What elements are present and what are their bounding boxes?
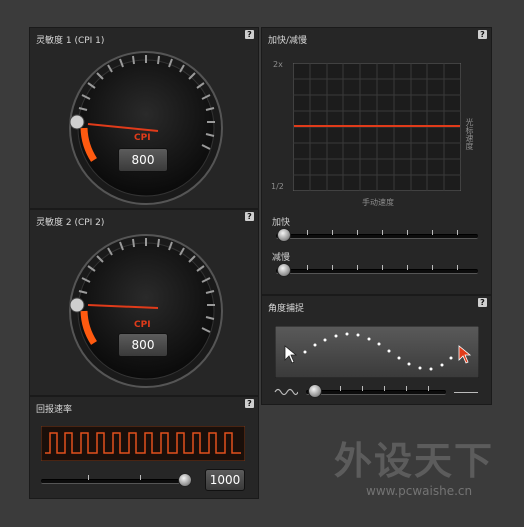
- slider-tick: [382, 265, 383, 270]
- polling-rate-value[interactable]: 1000: [205, 469, 245, 491]
- accel-title: 加快/减慢: [268, 36, 308, 46]
- accel-y-axis-label: 光标速度: [465, 118, 474, 150]
- sensitivity-2-panel: 灵敏度 2 (CPI 2) ? CPI 800: [29, 209, 259, 396]
- slider-tick: [406, 386, 407, 391]
- slider-tick: [384, 386, 385, 391]
- help-icon[interactable]: ?: [478, 298, 487, 307]
- slider-tick: [428, 386, 429, 391]
- angle-snap-title: 角度捕捉: [268, 304, 305, 314]
- angle-snap-preview: [275, 326, 479, 378]
- slider-tick: [362, 386, 363, 391]
- slider-tick: [332, 265, 333, 270]
- accel-y-top-label: 2x: [273, 60, 283, 69]
- polling-rate-slider[interactable]: [41, 479, 191, 484]
- decelerate-label: 减慢: [272, 253, 291, 263]
- slider-tick: [357, 230, 358, 235]
- sensitivity-2-dial[interactable]: [30, 210, 260, 397]
- polling-waveform: [41, 426, 245, 461]
- polling-rate-panel: 回报速率 ? 1000: [29, 396, 259, 499]
- wave-icon: [274, 388, 298, 396]
- slider-tick: [407, 230, 408, 235]
- slider-tick: [432, 230, 433, 235]
- cpi-label: CPI: [134, 133, 151, 143]
- slider-tick: [340, 386, 341, 391]
- accel-x-axis-label: 手动速度: [362, 198, 394, 207]
- sensitivity-1-dial[interactable]: [30, 28, 260, 210]
- polling-rate-title: 回报速率: [36, 405, 73, 415]
- decelerate-slider-knob[interactable]: [277, 263, 291, 277]
- slider-tick: [382, 230, 383, 235]
- help-icon[interactable]: ?: [478, 30, 487, 39]
- angle-snap-panel: 角度捕捉 ?: [261, 295, 492, 405]
- sensitivity-2-value[interactable]: 800: [118, 333, 168, 357]
- slider-tick: [457, 265, 458, 270]
- slider-tick: [307, 230, 308, 235]
- slider-tick: [457, 230, 458, 235]
- slider-tick: [432, 265, 433, 270]
- accel-curve-graph[interactable]: [293, 63, 461, 191]
- angle-snap-slider-knob[interactable]: [308, 384, 322, 398]
- sensitivity-1-value[interactable]: 800: [118, 148, 168, 172]
- polling-rate-slider-knob[interactable]: [178, 473, 192, 487]
- straight-line-icon: [454, 392, 478, 393]
- slider-tick: [88, 475, 89, 480]
- slider-tick: [357, 265, 358, 270]
- cpi-label: CPI: [134, 320, 151, 330]
- help-icon[interactable]: ?: [245, 399, 254, 408]
- slider-tick: [407, 265, 408, 270]
- accelerate-label: 加快: [272, 218, 291, 228]
- watermark-url: www.pcwaishe.cn: [366, 484, 473, 498]
- accelerate-slider-knob[interactable]: [277, 228, 291, 242]
- slider-tick: [332, 230, 333, 235]
- slider-tick: [307, 265, 308, 270]
- accel-y-bottom-label: 1/2: [271, 182, 284, 191]
- watermark-brand: 外设天下: [334, 439, 495, 483]
- slider-tick: [140, 475, 141, 480]
- sensitivity-1-panel: 灵敏度 1 (CPI 1) ? CPI 800: [29, 27, 259, 209]
- accel-panel: 加快/减慢 ? 2x 1/2 光标速度 手动速度 加快 减慢: [261, 27, 492, 295]
- angle-snap-slider[interactable]: [306, 390, 446, 395]
